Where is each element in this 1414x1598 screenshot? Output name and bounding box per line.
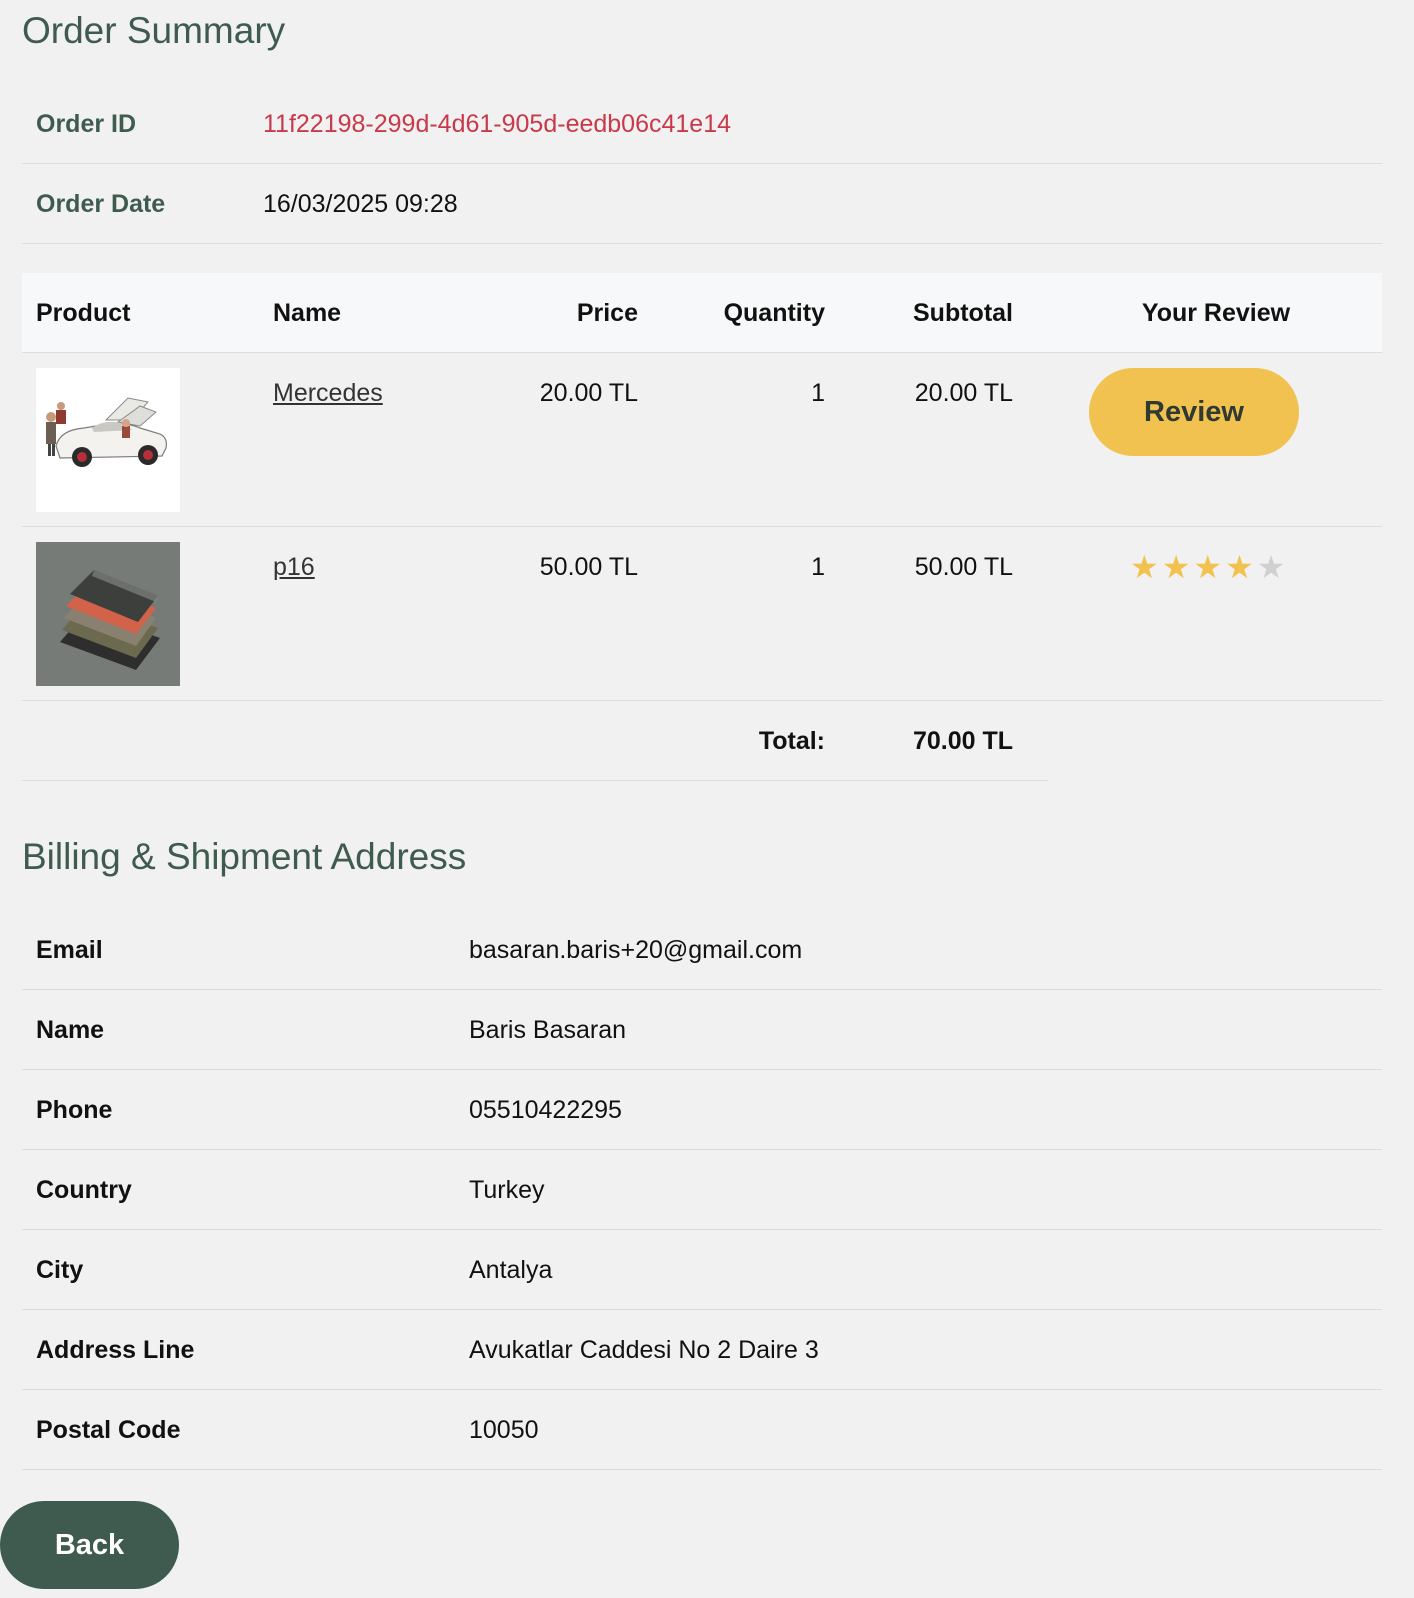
billing-value: Antalya (469, 1256, 553, 1284)
billing-label: Name (36, 1016, 105, 1044)
billing-label: Country (36, 1176, 132, 1204)
product-subtotal: 20.00 TL (914, 379, 1013, 407)
billing-row-city: City Antalya (22, 1230, 1382, 1310)
billing-value: Avukatlar Caddesi No 2 Daire 3 (469, 1336, 819, 1364)
billing-row-country: Country Turkey (22, 1150, 1382, 1230)
stacked-wallets-image (36, 542, 180, 686)
order-date-row: Order Date 16/03/2025 09:28 (22, 164, 1382, 244)
billing-row-address: Address Line Avukatlar Caddesi No 2 Dair… (22, 1310, 1382, 1390)
table-row: Mercedes 20.00 TL 1 20.00 TL Review (22, 353, 1382, 527)
header-your-review: Your Review (1141, 299, 1291, 327)
total-label: Total: (758, 727, 825, 755)
star-empty-icon: ★ (1256, 549, 1286, 585)
header-price: Price (576, 299, 638, 327)
billing-label: Email (36, 936, 103, 964)
product-quantity: 1 (811, 553, 825, 581)
header-name: Name (273, 299, 342, 327)
products-table-header: Product Name Price Quantity Subtotal You… (22, 273, 1382, 353)
order-summary-title: Order Summary (22, 10, 286, 51)
total-row: Total: 70.00 TL (22, 701, 1048, 781)
order-date-value: 16/03/2025 09:28 (263, 190, 458, 218)
product-quantity: 1 (811, 379, 825, 407)
product-image-p16[interactable] (36, 542, 180, 686)
billing-label: Postal Code (36, 1416, 181, 1444)
order-id-row: Order ID 11f22198-299d-4d61-905d-eedb06c… (22, 84, 1382, 164)
billing-value: 10050 (469, 1416, 539, 1444)
billing-value: 05510422295 (469, 1096, 622, 1124)
header-product: Product (36, 299, 131, 327)
billing-label: City (36, 1256, 84, 1284)
order-id-label: Order ID (36, 110, 137, 138)
star-icon: ★ (1225, 549, 1254, 585)
table-row: p16 50.00 TL 1 50.00 TL ★ ★ ★ ★ ★ (22, 527, 1382, 701)
star-icon: ★ (1161, 549, 1191, 585)
star-icon: ★ (1193, 549, 1223, 585)
order-id-value: 11f22198-299d-4d61-905d-eedb06c41e14 (263, 110, 732, 138)
product-name-link[interactable]: Mercedes (273, 373, 383, 413)
billing-label: Phone (36, 1096, 113, 1124)
review-button[interactable]: Review (1089, 368, 1299, 456)
header-subtotal: Subtotal (913, 299, 1013, 327)
header-quantity: Quantity (723, 299, 825, 327)
product-price: 20.00 TL (539, 379, 638, 407)
star-icon: ★ (1130, 549, 1159, 585)
billing-row-phone: Phone 05510422295 (22, 1070, 1382, 1150)
billing-title: Billing & Shipment Address (22, 836, 467, 877)
total-value: 70.00 TL (912, 727, 1013, 755)
billing-row-postal-code: Postal Code 10050 (22, 1390, 1382, 1470)
product-subtotal: 50.00 TL (914, 553, 1013, 581)
product-name-link[interactable]: p16 (273, 547, 315, 587)
billing-value: Baris Basaran (469, 1016, 627, 1044)
order-date-label: Order Date (36, 190, 166, 218)
billing-row-email: Email basaran.baris+20@gmail.com (22, 910, 1382, 990)
toy-car-image (36, 368, 180, 512)
billing-row-name: Name Baris Basaran (22, 990, 1382, 1070)
billing-label: Address Line (36, 1336, 195, 1364)
order-details-page: Order Summary Order ID 11f22198-299d-4d6… (0, 0, 1414, 1598)
product-image-mercedes[interactable] (36, 368, 180, 512)
product-price: 50.00 TL (539, 553, 638, 581)
back-button[interactable]: Back (0, 1501, 179, 1589)
rating-stars: ★ ★ ★ ★ ★ (1130, 549, 1285, 585)
billing-value: basaran.baris+20@gmail.com (469, 936, 803, 964)
billing-value: Turkey (469, 1176, 545, 1204)
